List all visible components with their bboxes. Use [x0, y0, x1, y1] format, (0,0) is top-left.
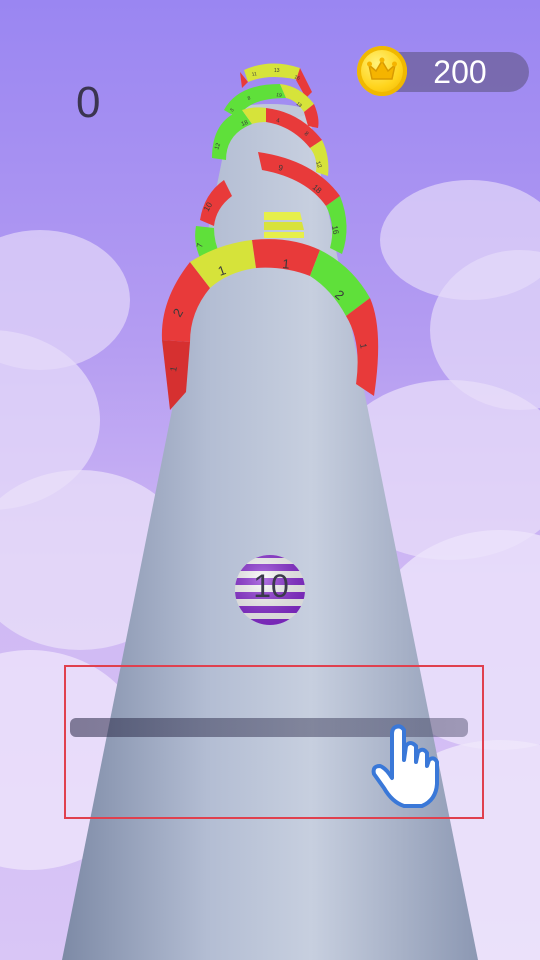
- coin-count: 200: [433, 54, 487, 90]
- crown-coin-icon: [357, 46, 407, 96]
- pointing-hand-icon: [370, 724, 442, 815]
- score-counter: 0: [76, 78, 101, 127]
- ball-number: 10: [253, 568, 289, 604]
- ring-label: 13: [274, 68, 280, 74]
- ring-label: 1: [282, 256, 291, 272]
- pickup-stack: [264, 212, 304, 238]
